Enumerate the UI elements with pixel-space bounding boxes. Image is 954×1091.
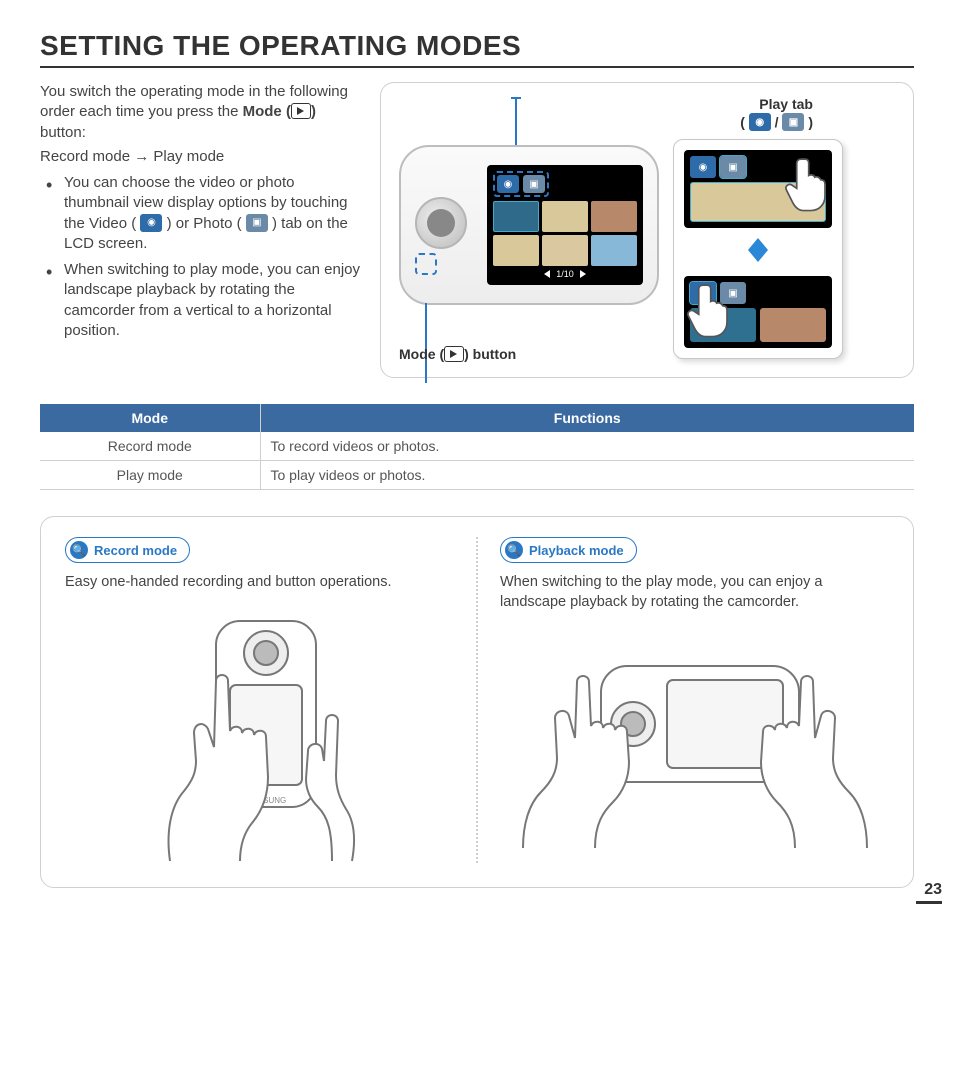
zoom-video-mode: ◉ ▣: [684, 276, 832, 348]
magnifier-icon: 🔍: [70, 541, 88, 559]
page-counter: 1/10: [556, 269, 574, 279]
table-row: Play mode To play videos or photos.: [40, 461, 914, 490]
prev-icon: [544, 270, 550, 278]
thumbnail: [591, 235, 637, 266]
illustration-panel: Play tab ( ◉ / ▣ ) ◉ ▣: [380, 82, 914, 378]
feature-panel: 🔍 Record mode Easy one-handed recording …: [40, 516, 914, 888]
photo-tab-icon: ▣: [523, 175, 545, 193]
photo-tab-icon: ▣: [246, 214, 268, 232]
table-cell-mode: Record mode: [40, 432, 260, 461]
intro-line2: Record mode → Play mode: [40, 147, 360, 167]
lcd-screen: ◉ ▣ 1/10: [487, 165, 643, 285]
photo-tab-icon: ▣: [720, 156, 746, 178]
thumbnail: [493, 235, 539, 266]
mode-button-label: Mode ( ) button: [399, 346, 516, 363]
mode-button-label-b: ) button: [464, 346, 516, 362]
paren-close: ): [808, 114, 813, 130]
modes-table: Mode Functions Record mode To record vid…: [40, 404, 914, 490]
intro-line1d: button:: [40, 124, 86, 141]
video-tab-icon: ◉: [497, 175, 519, 193]
screen-tabs-highlight: ◉ ▣: [493, 171, 549, 197]
intro-bullet-1: You can choose the video or photo thumbn…: [44, 173, 360, 254]
play-icon: [291, 103, 311, 119]
thumbnail: [493, 201, 539, 232]
video-tab-icon: ◉: [690, 156, 716, 178]
horizontal-hold-illustration: [500, 622, 889, 852]
paren-open: (: [740, 114, 745, 130]
video-tab-icon: ◉: [140, 214, 162, 232]
video-tab-icon: ◉: [749, 113, 771, 131]
swap-arrow-icon: [744, 238, 772, 266]
thumbnail: [542, 201, 588, 232]
mode-button-marker-icon: [415, 253, 437, 275]
camcorder-illustration: ◉ ▣ 1/10: [399, 145, 659, 305]
next-icon: [580, 270, 586, 278]
mode-button-label-a: Mode (: [399, 346, 444, 362]
table-cell-mode: Play mode: [40, 461, 260, 490]
photo-tab-icon: ▣: [782, 113, 804, 131]
thumbnail: [690, 308, 756, 342]
thumbnail: [542, 235, 588, 266]
paren-sep: /: [775, 114, 783, 130]
table-head-functions: Functions: [260, 404, 914, 432]
callout-line-tabs: [515, 99, 517, 151]
play-icon: [444, 346, 464, 362]
zoom-inset-panel: ◉ ▣ ◉ ▣: [673, 139, 843, 359]
photo-tab-icon: ▣: [720, 282, 746, 304]
play-tab-text: Play tab: [740, 95, 813, 113]
table-cell-func: To record videos or photos.: [260, 432, 914, 461]
play-tab-label: Play tab ( ◉ / ▣ ): [740, 95, 813, 132]
intro-text-block: You switch the operating mode in the fol…: [40, 82, 360, 378]
magnifier-icon: 🔍: [505, 541, 523, 559]
video-tab-icon: ◉: [690, 282, 716, 304]
playback-mode-text: When switching to the play mode, you can…: [500, 573, 889, 612]
playback-pill-text: Playback mode: [529, 543, 624, 558]
record-mode-column: 🔍 Record mode Easy one-handed recording …: [65, 537, 476, 863]
camera-lens-icon: [415, 197, 467, 249]
table-head-mode: Mode: [40, 404, 260, 432]
thumbnail: [690, 182, 826, 222]
page-number: 23: [916, 881, 942, 904]
intro-bullet1b: ) or Photo (: [167, 215, 242, 232]
pagination-bar: 1/10: [493, 269, 637, 279]
callout-line-mode-button: [425, 303, 427, 383]
record-pill-text: Record mode: [94, 543, 177, 558]
zoom-photo-mode: ◉ ▣: [684, 150, 832, 228]
thumbnail-grid: [493, 201, 637, 266]
intro-bullet-2: When switching to play mode, you can enj…: [44, 260, 360, 341]
record-mode-text: Easy one-handed recording and button ope…: [65, 573, 454, 593]
page-title: SETTING THE OPERATING MODES: [40, 30, 914, 68]
record-mode-pill: 🔍 Record mode: [65, 537, 190, 563]
vertical-hold-illustration: SAMSUNG: [65, 603, 454, 863]
table-row: Record mode To record videos or photos.: [40, 432, 914, 461]
playback-mode-pill: 🔍 Playback mode: [500, 537, 637, 563]
thumbnail: [591, 201, 637, 232]
intro-line1b: Mode (: [243, 103, 291, 120]
thumbnail: [760, 308, 826, 342]
playback-mode-column: 🔍 Playback mode When switching to the pl…: [476, 537, 889, 863]
table-cell-func: To play videos or photos.: [260, 461, 914, 490]
intro-line1c: ): [311, 103, 316, 120]
